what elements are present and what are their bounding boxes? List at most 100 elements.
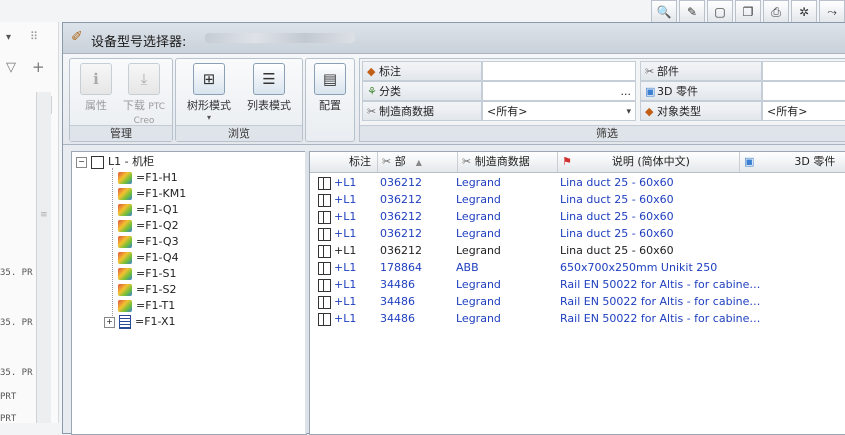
route-icon[interactable]: ⤳ [819, 0, 845, 24]
tree-mode-button[interactable]: ⊞ 树形模式 ▾ [180, 63, 238, 122]
device-icon [118, 204, 132, 216]
row-part: 036212 [380, 176, 422, 189]
device-icon [118, 172, 132, 184]
zoom-icon[interactable]: 🔍 [651, 0, 677, 24]
config-group: ▤ 配置 [305, 58, 355, 142]
dropdown-arrow-icon[interactable]: ▾ [6, 32, 11, 43]
row-description: 650x700x250mm Unikit 250 [560, 261, 718, 274]
tree-item[interactable]: =F1-Q3 [118, 234, 179, 250]
category-browse-button[interactable]: ... [621, 82, 632, 102]
device-icon [118, 300, 132, 312]
filter-manufacturer-label: ✂ 制造商数据 [362, 101, 482, 121]
wrench-icon: ✐ [71, 29, 83, 45]
filter-manufacturer-select[interactable]: <所有> ▾ [482, 101, 636, 121]
tree-item[interactable]: =F1-H1 [118, 170, 178, 186]
tree-mode-dropdown-icon[interactable]: ▾ [180, 113, 238, 122]
left-scrollbar[interactable]: ≡ [36, 92, 51, 423]
edit-icon[interactable]: ✎ [679, 0, 705, 24]
download-ptc-creo-button[interactable]: ⤓ 下载 PTC Creo [118, 63, 170, 126]
config-button[interactable]: ▤ 配置 [312, 63, 348, 113]
print-icon[interactable]: ⎙ [763, 0, 789, 24]
row-manufacturer: Legrand [456, 312, 501, 325]
download-icon: ⤓ [128, 63, 160, 95]
add-icon[interactable]: + [32, 58, 45, 76]
grid-icon[interactable]: ⠿ [30, 30, 38, 43]
tree-item[interactable]: =F1-T1 [118, 298, 175, 314]
header-part3d[interactable]: ▣ 3D 零件 [740, 152, 845, 172]
tree-panel[interactable]: − L1 - 机柜 =F1-H1 =F1-KM1 =F1-Q1 =F1-Q2 =F… [71, 151, 307, 435]
row-description: Lina duct 25 - 60x60 [560, 210, 674, 223]
filter-category-input[interactable]: ... [482, 81, 636, 101]
box-icon[interactable]: ▢ [707, 0, 733, 24]
header-manufacturer[interactable]: ✂ 制造商数据 [458, 152, 558, 172]
table-row[interactable]: +L1 036212 Legrand Lina duct 25 - 60x60 [310, 191, 845, 208]
row-manufacturer: ABB [456, 261, 479, 274]
tag-icon: ◆ [367, 65, 376, 78]
tree-item[interactable]: =F1-S2 [118, 282, 177, 298]
list-mode-label: 列表模式 [247, 99, 291, 112]
wiring-icon[interactable]: ✲ [791, 0, 817, 24]
cabinet-icon [318, 278, 331, 292]
table-row[interactable]: +L1 036212 Legrand Lina duct 25 - 60x60 [310, 174, 845, 191]
manufacturer-dropdown-icon[interactable]: ▾ [626, 102, 631, 122]
properties-button[interactable]: ℹ 属性 [74, 63, 118, 113]
row-part: 34486 [380, 278, 415, 291]
header-tag[interactable]: 标注 [310, 152, 378, 172]
row-tag: +L1 [318, 242, 356, 259]
collapse-icon[interactable]: − [76, 156, 87, 168]
table-row[interactable]: +L1 34486 Legrand Rail EN 50022 for Alti… [310, 310, 845, 327]
dialog-titlebar[interactable]: ✐ 设备型号选择器: [63, 23, 845, 54]
table-row[interactable]: +L1 036212 Legrand Lina duct 25 - 60x60 [310, 208, 845, 225]
top-toolbar: 🔍 ✎ ▢ ❐ ⎙ ✲ ⤳ [651, 0, 845, 24]
cabinet-icon [318, 244, 331, 258]
cabinet-icon [318, 210, 331, 224]
table-row[interactable]: +L1 178864 ABB 650x700x250mm Unikit 250 [310, 259, 845, 276]
expand-icon[interactable]: + [104, 316, 115, 328]
filter-icon[interactable]: ▽ [6, 60, 16, 75]
document-icon[interactable]: ❐ [735, 0, 761, 24]
filter-tag-input[interactable] [482, 61, 636, 81]
row-description: Lina duct 25 - 60x60 [560, 176, 674, 189]
list-mode-icon: ☰ [253, 63, 285, 95]
table-row[interactable]: +L1 34486 Legrand Rail EN 50022 for Alti… [310, 276, 845, 293]
row-part: 036212 [380, 244, 422, 257]
cabinet-icon [91, 155, 104, 169]
filter-objtype-select[interactable]: <所有> [762, 101, 845, 121]
filter-objtype-label: ◆ 对象类型 [640, 101, 762, 121]
filter-panel: ◆ 标注 ⚘ 分类 ... ✂ 制造商数据 <所有> ▾ ✂ 部件 ▣ 3D 零件 ◆ 对象… [359, 58, 845, 142]
tree-item[interactable]: =F1-Q2 [118, 218, 179, 234]
tree-item[interactable]: =F1-KM1 [118, 186, 186, 202]
row-manufacturer: Legrand [456, 210, 501, 223]
config-icon: ▤ [314, 63, 346, 95]
filter-part3d-input[interactable] [762, 81, 845, 101]
tree-connector-lines [112, 168, 114, 318]
properties-label: 属性 [85, 99, 107, 112]
left-label-4: PRT [0, 392, 17, 402]
device-icon [118, 284, 132, 296]
device-selector-dialog: ✐ 设备型号选择器: ℹ 属性 ⤓ 下载 PTC Creo 管理 ⊞ 树形模式 … [62, 22, 845, 435]
tree-mode-label: 树形模式 [187, 99, 231, 112]
table-row[interactable]: +L1 34486 Legrand Rail EN 50022 for Alti… [310, 293, 845, 310]
row-part: 036212 [380, 193, 422, 206]
tree-item[interactable]: =F1-S1 [118, 266, 177, 282]
manage-caption: 管理 [70, 125, 172, 141]
row-tag: +L1 [318, 310, 356, 327]
filter-part-input[interactable] [762, 61, 845, 81]
list-mode-button[interactable]: ☰ 列表模式 [240, 63, 298, 113]
browse-group: ⊞ 树形模式 ▾ ☰ 列表模式 浏览 [175, 58, 303, 142]
ptc-label: PTC [148, 102, 166, 112]
tree-item[interactable]: =F1-Q4 [118, 250, 179, 266]
info-icon: ℹ [80, 63, 112, 95]
table-row[interactable]: +L1 036212 Legrand Lina duct 25 - 60x60 [310, 225, 845, 242]
header-mfr-tools-icon: ✂ [462, 155, 475, 168]
table-row[interactable]: +L1 036212 Legrand Lina duct 25 - 60x60 [310, 242, 845, 259]
category-icon: ⚘ [367, 85, 377, 98]
header-part[interactable]: ✂ 部 ▲ [378, 152, 458, 172]
tree-item[interactable]: + =F1-X1 [104, 314, 176, 330]
manage-group: ℹ 属性 ⤓ 下载 PTC Creo 管理 [69, 58, 173, 142]
tree-root[interactable]: − L1 - 机柜 [76, 154, 154, 170]
row-manufacturer: Legrand [456, 278, 501, 291]
tree-item[interactable]: =F1-Q1 [118, 202, 179, 218]
header-description[interactable]: ⚑ 说明 (简体中文) [558, 152, 740, 172]
scroll-grip-icon: ≡ [40, 210, 48, 220]
